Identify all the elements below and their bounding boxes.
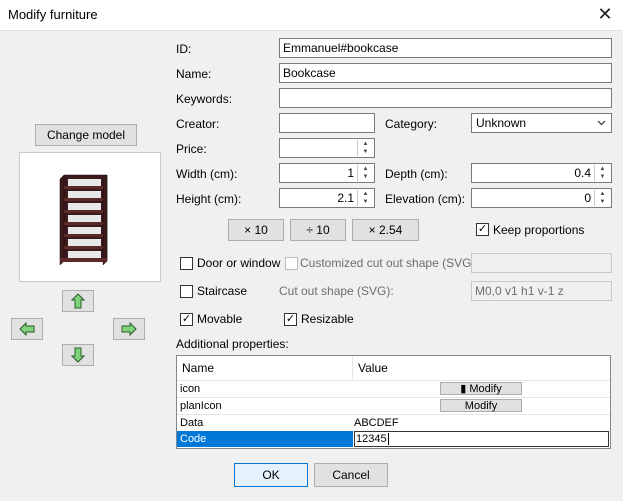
table-row[interactable]: planIcon Modify (177, 398, 610, 415)
spin-down-icon: ▼ (362, 149, 369, 155)
depth-value: 0.4 (574, 166, 591, 180)
door-or-window-label: Door or window (197, 256, 281, 270)
spin-down-icon: ▼ (362, 174, 369, 180)
property-name: Data (180, 417, 204, 429)
elevation-label: Elevation (cm): (385, 192, 466, 206)
multiply-10-button[interactable]: × 10 (228, 219, 284, 241)
column-header-name[interactable]: Name (177, 356, 353, 381)
depth-spinner[interactable]: 0.4 ▲ ▼ (471, 163, 612, 183)
modify-plan-icon-button[interactable]: Modify (440, 399, 522, 412)
rotate-down-button[interactable] (62, 344, 94, 366)
multiply-254-button[interactable]: × 2.54 (352, 219, 419, 241)
spin-up-icon: ▲ (362, 141, 369, 147)
depth-label: Depth (cm): (385, 167, 448, 181)
name-field[interactable]: Bookcase (279, 63, 612, 83)
category-value: Unknown (476, 116, 527, 130)
elevation-spinner[interactable]: 0 ▲ ▼ (471, 188, 612, 208)
price-spin-arrows[interactable]: ▲ ▼ (357, 140, 373, 156)
column-header-value[interactable]: Value (353, 356, 610, 381)
keep-proportions-checkbox[interactable]: ✓ (476, 223, 489, 236)
resizable-checkbox[interactable]: ✓ (284, 313, 297, 326)
movable-checkbox[interactable]: ✓ (180, 313, 193, 326)
price-label: Price: (176, 142, 207, 156)
property-value[interactable]: ABCDEF (354, 415, 609, 431)
keywords-field[interactable] (279, 88, 612, 108)
width-label: Width (cm): (176, 167, 238, 181)
spin-up-icon: ▲ (362, 191, 369, 197)
keywords-label: Keywords: (176, 92, 233, 106)
spin-up-icon: ▲ (362, 166, 369, 172)
customized-cut-out-label: Customized cut out shape (SVG): (300, 256, 479, 270)
height-spin-arrows[interactable]: ▲ ▼ (357, 190, 373, 206)
depth-spin-arrows[interactable]: ▲ ▼ (594, 165, 610, 181)
id-label: ID: (176, 42, 192, 56)
close-icon: ✕ (597, 4, 613, 24)
spin-up-icon: ▲ (599, 191, 606, 197)
category-select[interactable]: Unknown (471, 113, 612, 133)
ok-button[interactable]: OK (234, 463, 308, 487)
property-value-editor[interactable]: 12345 (354, 431, 609, 447)
elevation-spin-arrows[interactable]: ▲ ▼ (594, 190, 610, 206)
arrow-right-icon (121, 322, 137, 336)
width-spinner[interactable]: 1 ▲ ▼ (279, 163, 375, 183)
spin-down-icon: ▼ (362, 199, 369, 205)
additional-properties-label: Additional properties: (176, 337, 289, 351)
property-name: planIcon (180, 400, 222, 412)
width-value: 1 (347, 166, 354, 180)
creator-field[interactable] (279, 113, 375, 133)
property-name: icon (180, 383, 201, 395)
staircase-checkbox[interactable] (180, 285, 193, 298)
creator-label: Creator: (176, 117, 220, 131)
model-preview (19, 152, 161, 282)
elevation-value: 0 (584, 191, 591, 205)
properties-table[interactable]: Name Value icon ▮ Modify planIcon Modify… (176, 355, 611, 449)
modify-label: Modify (469, 383, 502, 395)
bookcase-preview-image (59, 174, 108, 266)
cut-out-shape-field: M0,0 v1 h1 v-1 z (471, 281, 612, 301)
spin-down-icon: ▼ (599, 174, 606, 180)
window-title: Modify furniture (8, 7, 98, 22)
change-model-button[interactable]: Change model (35, 124, 137, 146)
close-button[interactable]: ✕ (592, 2, 618, 26)
spin-up-icon: ▲ (599, 166, 606, 172)
table-row-selected[interactable]: Code 12345 (177, 431, 610, 447)
height-value: 2.1 (337, 191, 354, 205)
keep-proportions-label: Keep proportions (493, 223, 585, 237)
table-row[interactable]: icon ▮ Modify (177, 381, 610, 398)
rotate-left-button[interactable] (11, 318, 43, 340)
cancel-button[interactable]: Cancel (314, 463, 388, 487)
property-name: Code (177, 431, 353, 447)
arrow-left-icon (19, 322, 35, 336)
cut-out-shape-label: Cut out shape (SVG): (279, 284, 394, 298)
arrow-down-icon (71, 347, 85, 363)
movable-label: Movable (197, 312, 243, 326)
name-label: Name: (176, 67, 212, 81)
category-label: Category: (385, 117, 438, 131)
customized-cut-out-checkbox (285, 257, 298, 270)
price-spinner[interactable]: ▲ ▼ (279, 138, 375, 158)
table-row[interactable]: Data ABCDEF (177, 415, 610, 432)
height-spinner[interactable]: 2.1 ▲ ▼ (279, 188, 375, 208)
height-label: Height (cm): (176, 192, 242, 206)
rotate-right-button[interactable] (113, 318, 145, 340)
resizable-label: Resizable (301, 312, 354, 326)
rotate-up-button[interactable] (62, 290, 94, 312)
staircase-label: Staircase (197, 284, 248, 298)
modify-icon-button[interactable]: ▮ Modify (440, 382, 522, 395)
divide-10-button[interactable]: ÷ 10 (290, 219, 346, 241)
arrow-up-icon (71, 293, 85, 309)
customized-cut-out-field (471, 253, 612, 273)
image-icon: ▮ (460, 383, 467, 395)
width-spin-arrows[interactable]: ▲ ▼ (357, 165, 373, 181)
id-field[interactable]: Emmanuel#bookcase (279, 38, 612, 58)
chevron-down-icon (597, 120, 606, 126)
spin-down-icon: ▼ (599, 199, 606, 205)
door-or-window-checkbox[interactable] (180, 257, 193, 270)
